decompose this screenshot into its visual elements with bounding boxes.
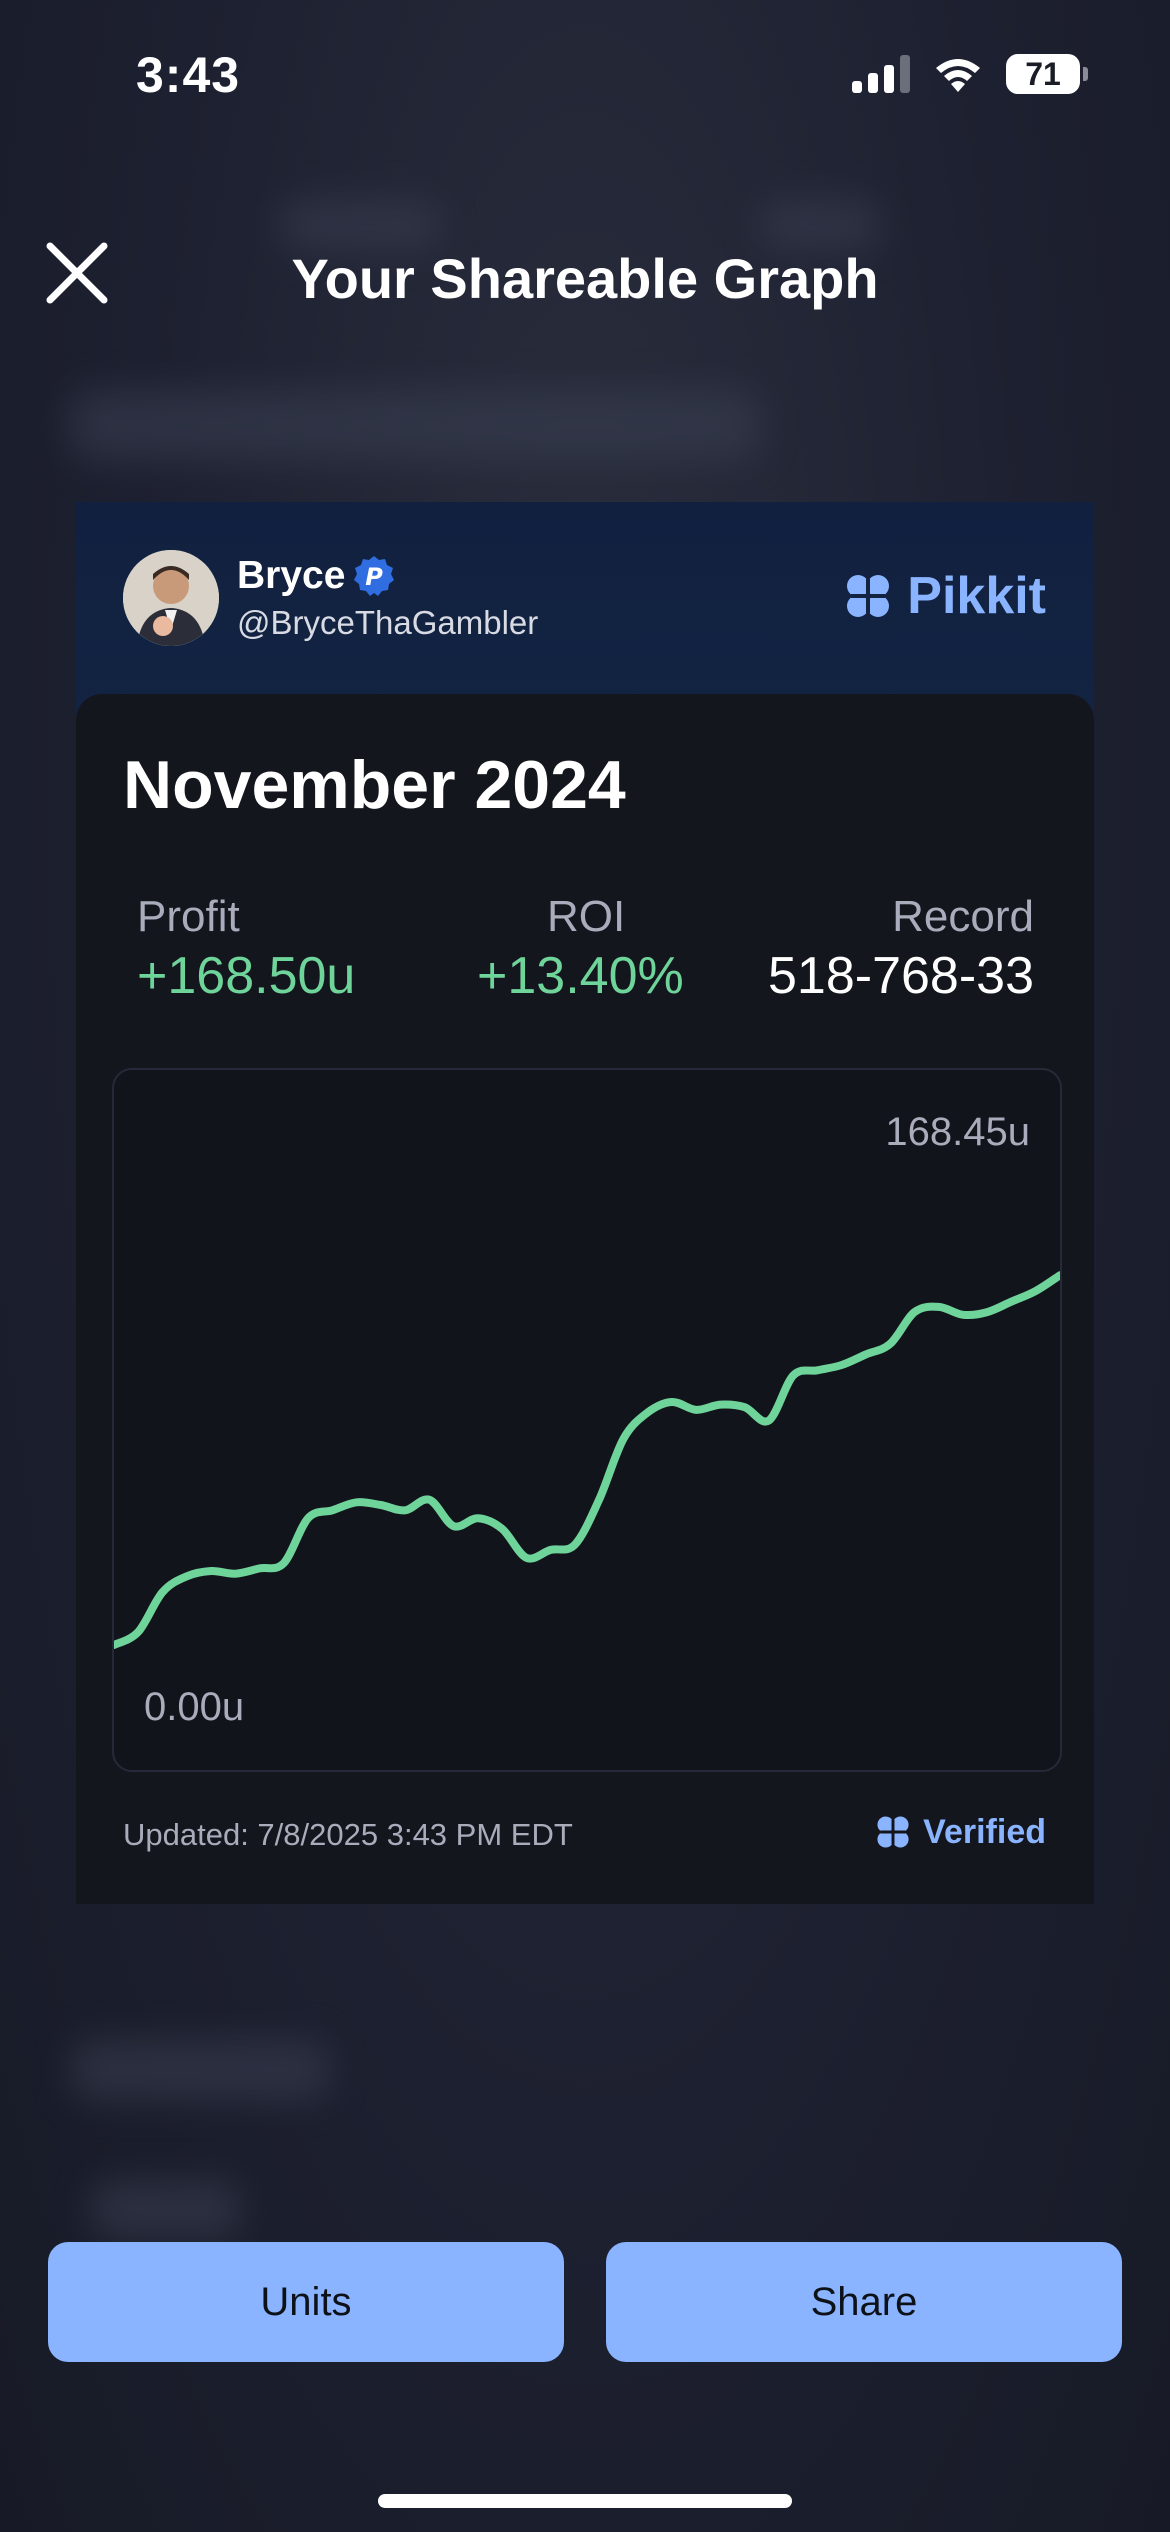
pro-badge-icon: P — [354, 556, 394, 596]
background-title-blur — [70, 390, 760, 460]
units-button[interactable]: Units — [48, 2242, 564, 2362]
home-indicator — [378, 2494, 792, 2508]
profit-graph: 168.45u 0.00u — [112, 1068, 1062, 1772]
updated-timestamp: Updated: 7/8/2025 3:43 PM EDT — [123, 1817, 573, 1852]
brand-name: Pikkit — [907, 567, 1046, 625]
user-name: Bryce — [237, 554, 346, 597]
roi-value: +13.40% — [477, 947, 684, 1005]
background-row-blur — [90, 2180, 240, 2240]
page-title: Your Shareable Graph — [291, 247, 879, 310]
status-time: 3:43 — [136, 47, 241, 103]
background-tab-blur — [280, 200, 440, 250]
battery-icon: 71 — [1006, 54, 1088, 94]
verified-badge: Verified — [873, 1812, 1046, 1852]
user-handle: @BryceThaGambler — [237, 604, 539, 641]
clover-icon — [877, 1816, 909, 1848]
background-section-blur — [70, 2040, 330, 2100]
period-title: November 2024 — [123, 747, 626, 823]
screen: 3:43 71 Your Shareable Graph Bryce P @Br… — [0, 0, 1170, 2532]
record-label: Record — [892, 892, 1034, 941]
wifi-icon — [936, 59, 980, 92]
share-button[interactable]: Share — [606, 2242, 1122, 2362]
background-tab-blur — [760, 200, 880, 250]
roi-label: ROI — [547, 892, 626, 941]
avatar — [123, 550, 219, 646]
profit-label: Profit — [137, 892, 240, 941]
card-body: November 2024 Profit +168.50u ROI +13.40… — [76, 694, 1094, 1904]
profit-line-chart — [114, 1271, 1060, 1649]
record-value: 518-768-33 — [768, 947, 1034, 1005]
verified-label: Verified — [923, 1812, 1046, 1851]
battery-level: 71 — [1006, 54, 1080, 94]
brand-logo: Pikkit — [841, 566, 1046, 626]
status-icons: 71 — [852, 54, 1088, 94]
shareable-card: Bryce P @BryceThaGambler Pikkit November… — [76, 502, 1094, 1904]
svg-text:P: P — [365, 563, 383, 591]
cellular-signal-icon — [852, 55, 910, 93]
profit-series-line — [114, 1271, 1060, 1649]
profit-value: +168.50u — [137, 947, 356, 1005]
clover-icon — [847, 575, 890, 617]
